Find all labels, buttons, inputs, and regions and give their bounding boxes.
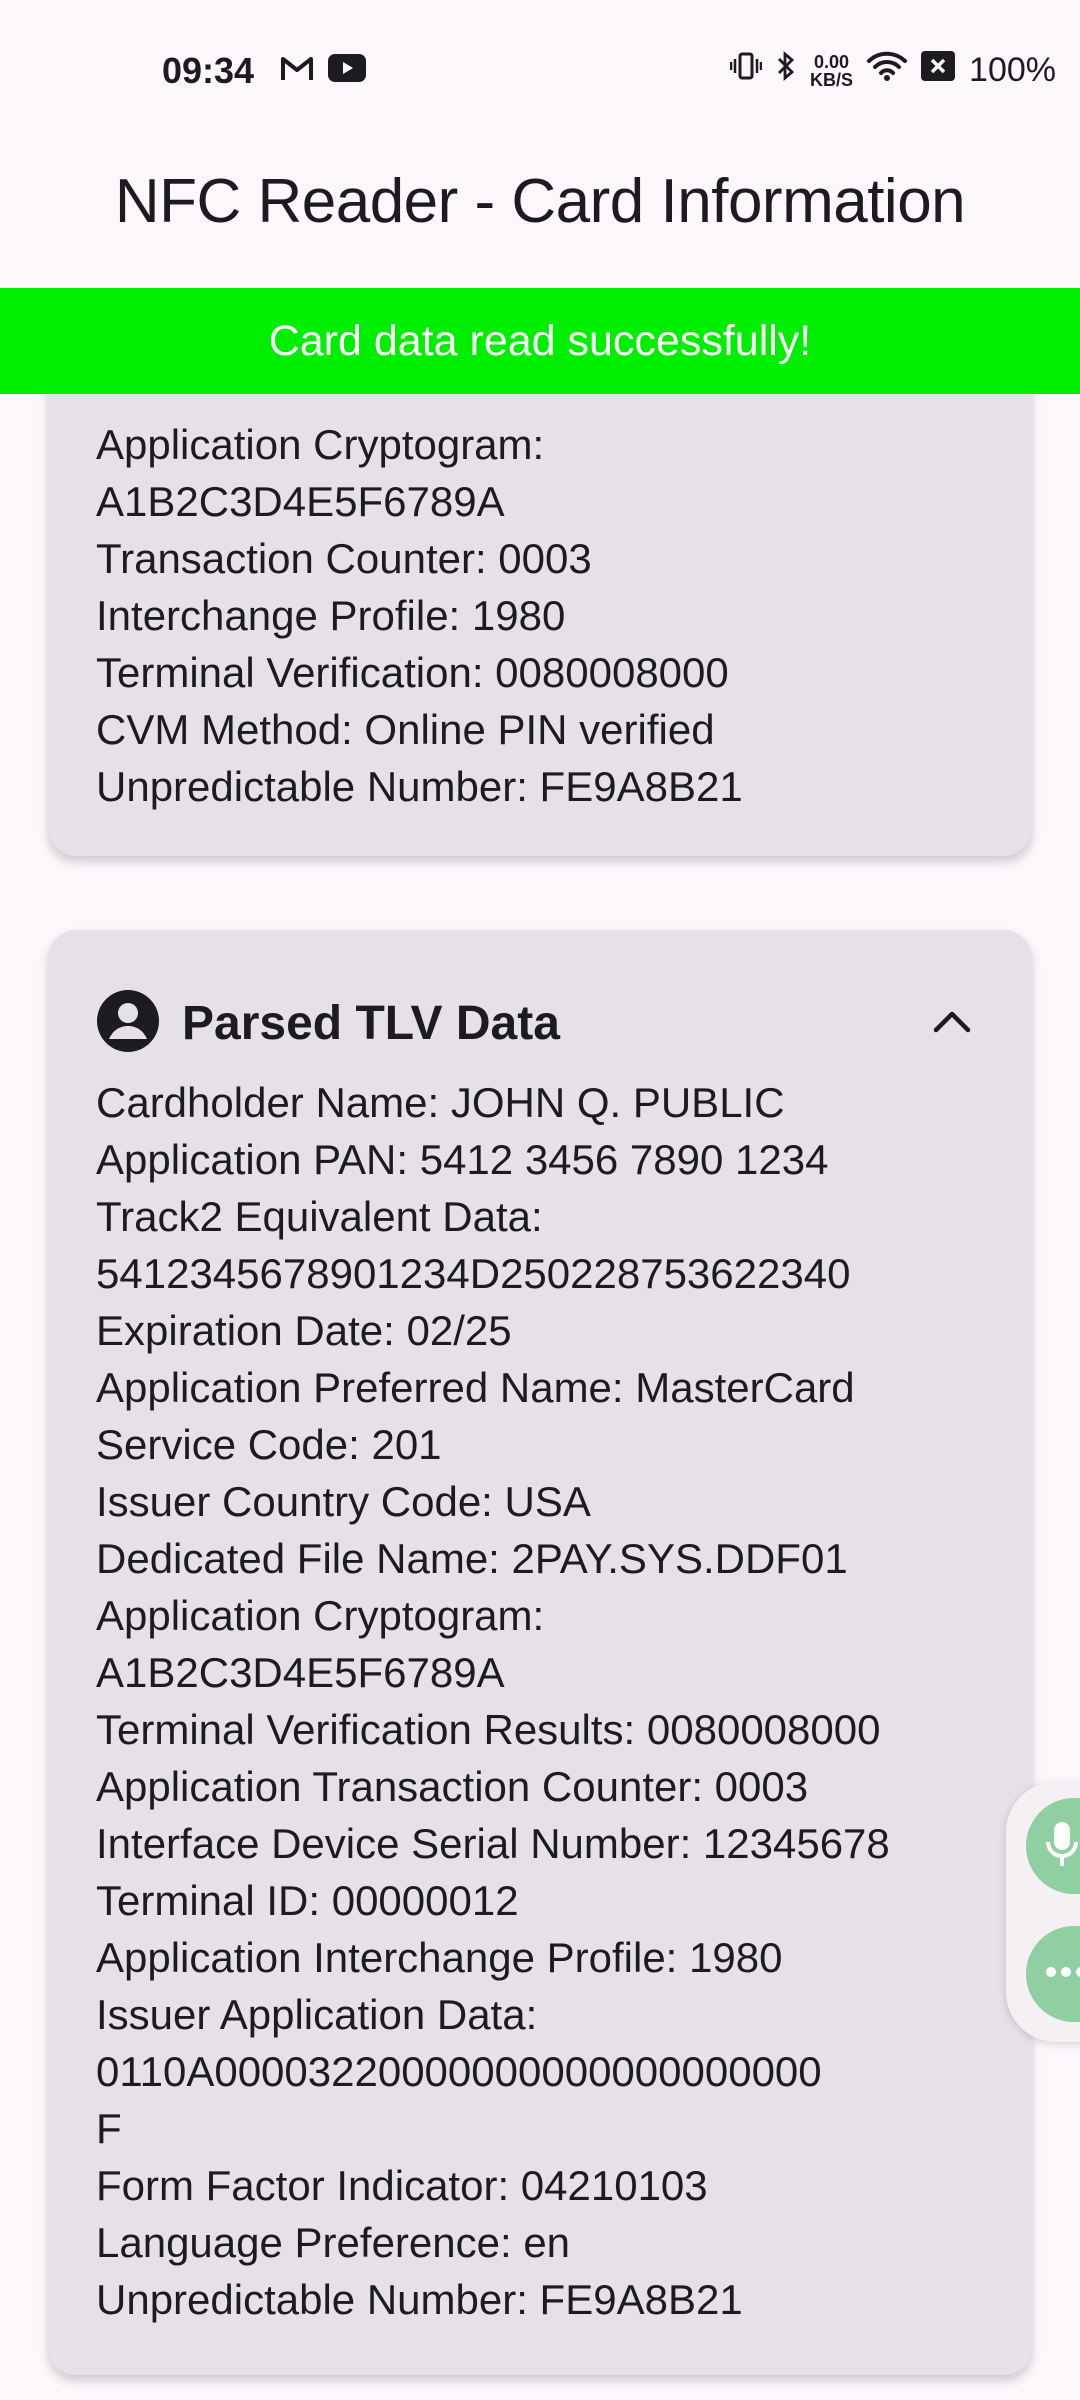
tlv-line: Application Cryptogram: [96, 1592, 545, 1639]
tlv-line: Interface Device Serial Number: 12345678 [96, 1820, 890, 1867]
tlv-line: Language Preference: en [96, 2219, 571, 2266]
success-banner: Card data read successfully! [0, 288, 1080, 394]
tlv-line: Application Transaction Counter: 0003 [96, 1763, 809, 1810]
tlv-line: Application Interchange Profile: 1980 [96, 1934, 783, 1981]
summary-lines: Application Cryptogram: A1B2C3D4E5F6789A… [96, 416, 992, 815]
top-app-bar: NFC Reader - Card Information [0, 140, 1080, 288]
card-parsed-tlv: Parsed TLV Data Cardholder Name: JOHN Q.… [48, 930, 1032, 2375]
youtube-icon [328, 54, 366, 87]
status-bar: 09:34 0.00 KB/S 100% [0, 0, 1080, 140]
tlv-line: Dedicated File Name: 2PAY.SYS.DDF01 [96, 1535, 848, 1582]
account-circle-icon [96, 989, 160, 1058]
tlv-line: Application PAN: 5412 3456 7890 1234 [96, 1136, 829, 1183]
microphone-icon [1044, 1820, 1080, 1873]
summary-line: A1B2C3D4E5F6789A [96, 478, 505, 525]
summary-line: Application Cryptogram: [96, 421, 545, 468]
tlv-line: Form Factor Indicator: 04210103 [96, 2162, 708, 2209]
tlv-line: 5412345678901234D250228753622340 [96, 1250, 851, 1297]
status-time: 09:34 [162, 50, 255, 91]
tlv-line: Terminal ID: 00000012 [96, 1877, 519, 1924]
tlv-line: Service Code: 201 [96, 1421, 442, 1468]
tlv-line: Expiration Date: 02/25 [96, 1307, 512, 1354]
tlv-lines: Cardholder Name: JOHN Q. PUBLIC Applicat… [96, 1074, 992, 2328]
network-speed-unit: KB/S [810, 69, 854, 90]
tlv-line: Application Preferred Name: MasterCard [96, 1364, 855, 1411]
no-sim-icon [921, 51, 956, 90]
battery-level: 100% [969, 51, 1056, 89]
network-speed-value: 0.00 [814, 51, 850, 72]
summary-line: Transaction Counter: 0003 [96, 535, 592, 582]
tlv-card-header[interactable]: Parsed TLV Data [96, 968, 992, 1078]
tlv-line: F [96, 2105, 122, 2152]
page-title: NFC Reader - Card Information [114, 167, 966, 236]
wifi-icon [867, 50, 908, 91]
tlv-line: Issuer Application Data: [96, 1991, 538, 2038]
tlv-line: Terminal Verification Results: 008000800… [96, 1706, 881, 1753]
tlv-line: A1B2C3D4E5F6789A [96, 1649, 505, 1696]
floating-assistant-panel [1006, 1782, 1080, 2042]
success-message: Card data read successfully! [268, 316, 812, 365]
more-icon [1044, 1965, 1080, 1984]
summary-line: Interchange Profile: 1980 [96, 592, 566, 639]
system-status-icons: 0.00 KB/S 100% [729, 50, 1056, 91]
tlv-line: Unpredictable Number: FE9A8B21 [96, 2276, 743, 2323]
gmail-icon [280, 54, 314, 87]
tlv-card-title: Parsed TLV Data [182, 996, 560, 1050]
tlv-line: Issuer Country Code: USA [96, 1478, 591, 1525]
summary-line: Unpredictable Number: FE9A8B21 [96, 763, 743, 810]
summary-line: CVM Method: Online PIN verified [96, 706, 715, 753]
vibrate-icon [729, 51, 763, 90]
bluetooth-icon [776, 50, 796, 91]
tlv-line: 0110A00003220000000000000000000 [96, 2048, 822, 2095]
chevron-up-icon[interactable] [930, 1006, 974, 1041]
more-button[interactable] [1026, 1926, 1080, 2022]
tlv-line: Track2 Equivalent Data: [96, 1193, 543, 1240]
summary-line: Terminal Verification: 0080008000 [96, 649, 729, 696]
card-summary: Application Cryptogram: A1B2C3D4E5F6789A… [48, 330, 1032, 856]
voice-button[interactable] [1026, 1798, 1080, 1894]
tlv-line: Cardholder Name: JOHN Q. PUBLIC [96, 1079, 785, 1126]
notification-icons [280, 54, 366, 87]
network-speed: 0.00 KB/S [810, 53, 853, 89]
